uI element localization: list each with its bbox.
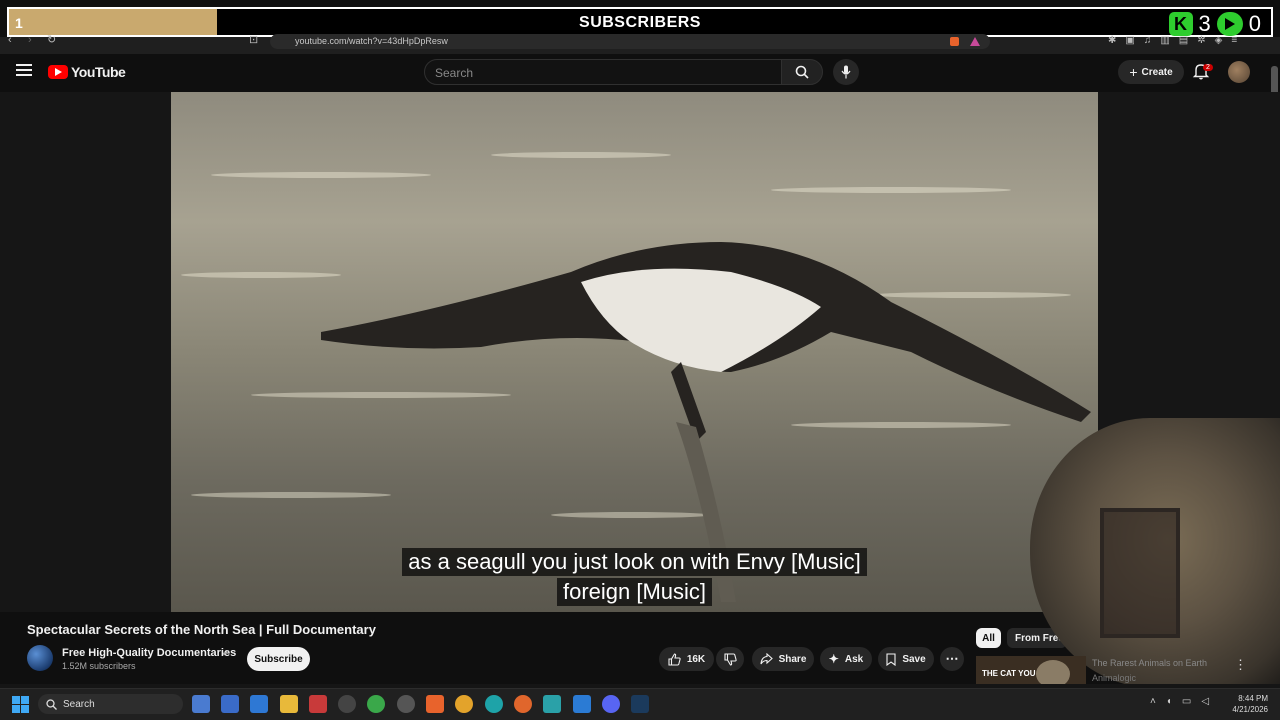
webcam-overlay bbox=[1030, 418, 1280, 688]
windows-start-icon[interactable] bbox=[12, 696, 29, 713]
recommendation-channel[interactable]: Animalogic bbox=[1092, 673, 1136, 683]
ambient-left bbox=[0, 92, 171, 612]
firefox-icon[interactable] bbox=[514, 695, 532, 713]
subscriber-bar-title: SUBSCRIBERS bbox=[579, 14, 701, 31]
file-explorer-icon[interactable] bbox=[280, 695, 298, 713]
system-clock[interactable]: 8:44 PM 4/21/2026 bbox=[1230, 693, 1268, 715]
tray-network-icon[interactable]: ▭ bbox=[1182, 696, 1191, 707]
user-avatar[interactable] bbox=[1228, 61, 1250, 83]
youtube-wordmark: YouTube bbox=[71, 64, 126, 80]
play-count: 0 bbox=[1248, 11, 1261, 36]
tray-chevron-icon[interactable]: ˄ bbox=[1150, 696, 1156, 707]
task-view-icon[interactable] bbox=[192, 695, 210, 713]
dislike-button[interactable] bbox=[716, 647, 744, 671]
subscribe-button[interactable]: Subscribe bbox=[247, 647, 310, 671]
voice-search-button[interactable] bbox=[833, 59, 859, 85]
netflix-icon[interactable] bbox=[309, 695, 327, 713]
channel-avatar[interactable] bbox=[27, 645, 53, 671]
chrome-icon[interactable] bbox=[455, 695, 473, 713]
youtube-play-icon bbox=[48, 65, 68, 79]
like-count: 16K bbox=[686, 653, 706, 665]
steam-icon[interactable] bbox=[631, 695, 649, 713]
search-icon bbox=[46, 698, 57, 710]
music-icon[interactable]: ♫ bbox=[1144, 35, 1152, 46]
hamburger-menu-icon[interactable] bbox=[16, 64, 32, 78]
arduino-icon[interactable] bbox=[543, 695, 561, 713]
channel-subscriber-count: 1.52M subscribers bbox=[62, 661, 136, 671]
more-actions-button[interactable]: ⋯ bbox=[940, 647, 964, 671]
back-icon[interactable]: ‹ bbox=[8, 34, 12, 46]
sparkle-icon: ✦ bbox=[828, 652, 839, 666]
ask-label: Ask bbox=[844, 653, 864, 665]
taskbar-search[interactable]: Search bbox=[38, 694, 183, 714]
brave-shield-icon[interactable] bbox=[950, 37, 959, 46]
video-title: Spectacular Secrets of the North Sea | F… bbox=[27, 622, 376, 637]
search-input[interactable]: Search bbox=[424, 59, 782, 85]
screenshot-icon[interactable]: ▣ bbox=[1125, 35, 1134, 46]
thumbnail-text: THE CAT YOU bbox=[982, 669, 1036, 678]
thumbs-up-icon bbox=[668, 652, 681, 666]
kick-count: 3 bbox=[1198, 11, 1211, 36]
menu-icon[interactable]: ≡ bbox=[1231, 35, 1237, 46]
address-bar[interactable]: youtube.com/watch?v=43dHpDpResw bbox=[270, 34, 990, 49]
tray-volume-icon[interactable]: ◁ bbox=[1201, 696, 1209, 707]
clock-time: 8:44 PM bbox=[1238, 694, 1268, 703]
like-button[interactable]: 16K bbox=[659, 647, 714, 671]
sidebar-icon[interactable]: ▥ bbox=[1160, 35, 1169, 46]
share-label: Share bbox=[778, 653, 807, 665]
bookmark-icon[interactable]: ⊡ bbox=[249, 33, 258, 46]
tray-mic-icon[interactable]: ◖ bbox=[1166, 696, 1172, 707]
brave-browser-icon[interactable] bbox=[426, 695, 444, 713]
bookmark-save-icon bbox=[886, 652, 896, 666]
extension-icon[interactable]: ✱ bbox=[1108, 35, 1116, 46]
forward-icon[interactable]: › bbox=[28, 34, 32, 46]
taskbar-search-label: Search bbox=[63, 698, 95, 710]
thumbs-down-icon bbox=[723, 652, 737, 666]
clock-date: 4/21/2026 bbox=[1232, 705, 1268, 714]
edge-icon[interactable] bbox=[485, 695, 503, 713]
webcam-shelf-image bbox=[1100, 508, 1180, 638]
channel-name[interactable]: Free High-Quality Documentaries bbox=[62, 647, 236, 659]
create-label: Create bbox=[1141, 66, 1173, 78]
search-button[interactable] bbox=[781, 59, 823, 85]
youtube-logo[interactable]: YouTube bbox=[48, 64, 126, 80]
more-horizontal-icon: ⋯ bbox=[945, 651, 959, 666]
vscode-icon[interactable] bbox=[573, 695, 591, 713]
brave-rewards-icon[interactable] bbox=[970, 37, 980, 46]
ask-button[interactable]: ✦ Ask bbox=[820, 647, 872, 671]
vpn-icon[interactable]: ◈ bbox=[1215, 35, 1223, 46]
save-label: Save bbox=[902, 653, 926, 665]
chip-all[interactable]: All bbox=[976, 628, 1001, 648]
shield-app-icon[interactable] bbox=[367, 695, 385, 713]
microphone-icon bbox=[841, 65, 851, 79]
video-player[interactable]: as a seagull you just look on with Envy … bbox=[171, 92, 1098, 612]
share-icon bbox=[760, 653, 773, 665]
reload-icon[interactable]: ↻ bbox=[47, 33, 56, 46]
verified-icon: ✔ bbox=[222, 648, 230, 658]
chatgpt-icon[interactable] bbox=[397, 695, 415, 713]
notification-badge: 2 bbox=[1203, 64, 1213, 71]
remote-app-icon[interactable] bbox=[250, 695, 268, 713]
subscriber-bar-right: K 3 0 bbox=[1168, 11, 1261, 37]
plus-icon: + bbox=[1129, 64, 1138, 80]
play-logo-icon bbox=[1216, 12, 1243, 36]
share-button[interactable]: Share bbox=[752, 647, 814, 671]
wallet-icon[interactable]: ▤ bbox=[1179, 35, 1188, 46]
caption-line-1: as a seagull you just look on with Envy … bbox=[402, 548, 867, 576]
save-button[interactable]: Save bbox=[878, 647, 934, 671]
caption-line-2: foreign [Music] bbox=[556, 578, 713, 606]
search-icon bbox=[795, 65, 809, 79]
subscriber-goal-bar: 1 SUBSCRIBERS K 3 0 bbox=[7, 7, 1273, 37]
recommendation-title[interactable]: The Rarest Animals on Earth bbox=[1092, 658, 1207, 668]
clock-app-icon[interactable] bbox=[338, 695, 356, 713]
discord-icon[interactable] bbox=[602, 695, 620, 713]
create-button[interactable]: + Create bbox=[1118, 60, 1184, 84]
kick-logo-icon: K bbox=[1168, 12, 1193, 36]
video-captions: as a seagull you just look on with Envy … bbox=[171, 547, 1098, 607]
system-tray: ˄ ◖ ▭ ◁ bbox=[1150, 696, 1209, 707]
settings-icon[interactable]: ✲ bbox=[1197, 35, 1205, 46]
more-vertical-icon[interactable]: ⋮ bbox=[1234, 657, 1247, 673]
extension-icons: ✱ ▣ ♫ ▥ ▤ ✲ ◈ ≡ bbox=[1108, 35, 1237, 46]
outlook-icon[interactable] bbox=[221, 695, 239, 713]
